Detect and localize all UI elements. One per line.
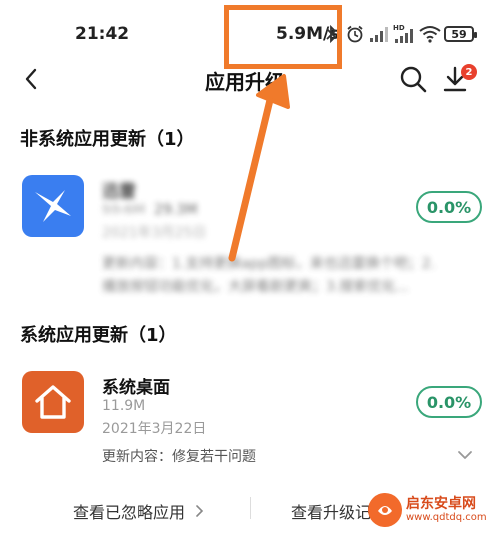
speed-highlight-box [224,5,342,69]
watermark-name: 启东安卓网 [406,495,476,512]
hd-signal-icon: HD [392,22,416,46]
app-size: 11.9M [102,398,146,414]
wifi-icon [418,22,442,46]
expand-chevron-icon[interactable] [456,446,474,464]
xunlei-app-icon [22,175,84,237]
update-progress-button[interactable]: 0.0% [416,386,482,418]
chevron-right-icon [196,505,204,517]
app-date: 2021年3月22日 [102,421,207,437]
home-icon [35,385,71,419]
app-changelog-line2: 播放按钮功能优化，大屏看剧更爽；3.搜索优化... [102,279,409,295]
back-button[interactable] [16,62,46,96]
non-system-section-title: 非系统应用更新（1） [20,129,195,150]
launcher-app-icon [22,371,84,433]
app-name: 系统桌面 [102,378,170,398]
search-icon [400,66,427,93]
app-changelog: 更新内容：修复若干问题 [102,449,256,465]
view-ignored-apps-link[interactable]: 查看已忽略应用 [73,499,205,523]
status-time: 21:42 [75,24,130,44]
update-progress-button[interactable]: 0.0% [416,191,482,223]
page-title: 应用升级 [205,70,285,94]
battery-icon: 59 [444,26,477,42]
bird-logo-icon [35,190,71,222]
app-size-old: 59.6M [102,202,146,218]
app-size: 59.6M 29.3M [102,202,197,218]
app-size-new: 29.3M [154,202,198,218]
app-changelog-line1: 更新内容：1.支持更换app图标，来也迅雷换个吧；2. [102,256,436,272]
watermark-url: www.qdtdq.com [406,512,487,524]
svg-text:HD: HD [393,24,405,32]
view-ignored-label: 查看已忽略应用 [73,503,186,522]
site-watermark: 启东安卓网 www.qdtdq.com [368,488,498,532]
system-section-title: 系统应用更新（1） [20,325,177,346]
alarm-icon [344,22,366,46]
app-date: 2021年3月25日 [102,225,207,241]
signal-icon [368,22,390,46]
back-arrow-icon [25,68,37,90]
app-name: 迅雷 [102,182,136,202]
footer-divider [250,497,251,519]
download-count-badge: 2 [461,64,477,80]
watermark-logo-icon [368,493,402,527]
search-button[interactable] [398,64,428,94]
